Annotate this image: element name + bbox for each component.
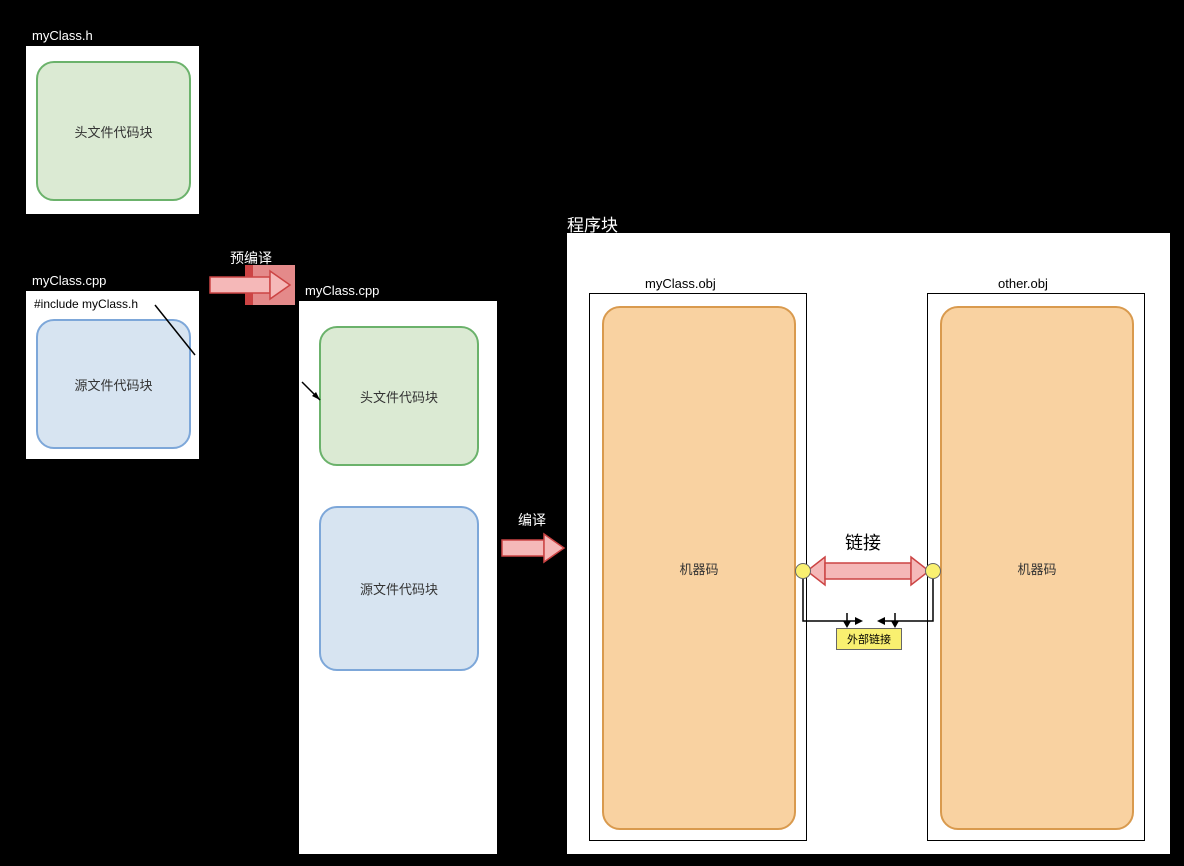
precompile-arrow bbox=[205, 265, 295, 305]
merged-header-label: 头文件代码块 bbox=[360, 387, 438, 406]
obj1-block-label: 机器码 bbox=[679, 559, 718, 578]
compile-label: 编译 bbox=[518, 510, 546, 530]
obj2-block: 机器码 bbox=[940, 306, 1134, 830]
external-link-box: 外部链接 bbox=[836, 628, 902, 650]
merged-title: myClass.cpp bbox=[305, 283, 379, 298]
obj2-block-label: 机器码 bbox=[1017, 559, 1056, 578]
precompile-label: 预编译 bbox=[230, 248, 272, 268]
obj2-name: other.obj bbox=[998, 276, 1048, 291]
connector-line bbox=[145, 300, 200, 360]
program-title: 程序块 bbox=[567, 211, 618, 236]
obj1-container: myClass.obj 机器码 bbox=[589, 293, 807, 841]
header-title: myClass.h bbox=[32, 28, 93, 43]
merged-source-block: 源文件代码块 bbox=[319, 506, 479, 671]
include-text: #include myClass.h bbox=[34, 297, 138, 311]
program-container: 程序块 myClass.obj 机器码 other.obj 机器码 链接 bbox=[566, 232, 1171, 855]
header-code-block: 头文件代码块 bbox=[36, 61, 191, 201]
source-title: myClass.cpp bbox=[32, 273, 106, 288]
small-arrow bbox=[300, 380, 330, 410]
obj1-block: 机器码 bbox=[602, 306, 796, 830]
merged-header-block: 头文件代码块 bbox=[319, 326, 479, 466]
merged-source-label: 源文件代码块 bbox=[360, 579, 438, 598]
external-link-label: 外部链接 bbox=[847, 631, 891, 647]
header-code-label: 头文件代码块 bbox=[74, 122, 152, 141]
compile-arrow bbox=[500, 528, 570, 568]
source-code-label: 源文件代码块 bbox=[74, 375, 152, 394]
header-file-container: myClass.h 头文件代码块 bbox=[25, 45, 200, 215]
obj1-name: myClass.obj bbox=[645, 276, 716, 291]
link-label: 链接 bbox=[845, 529, 881, 555]
obj2-container: other.obj 机器码 bbox=[927, 293, 1145, 841]
